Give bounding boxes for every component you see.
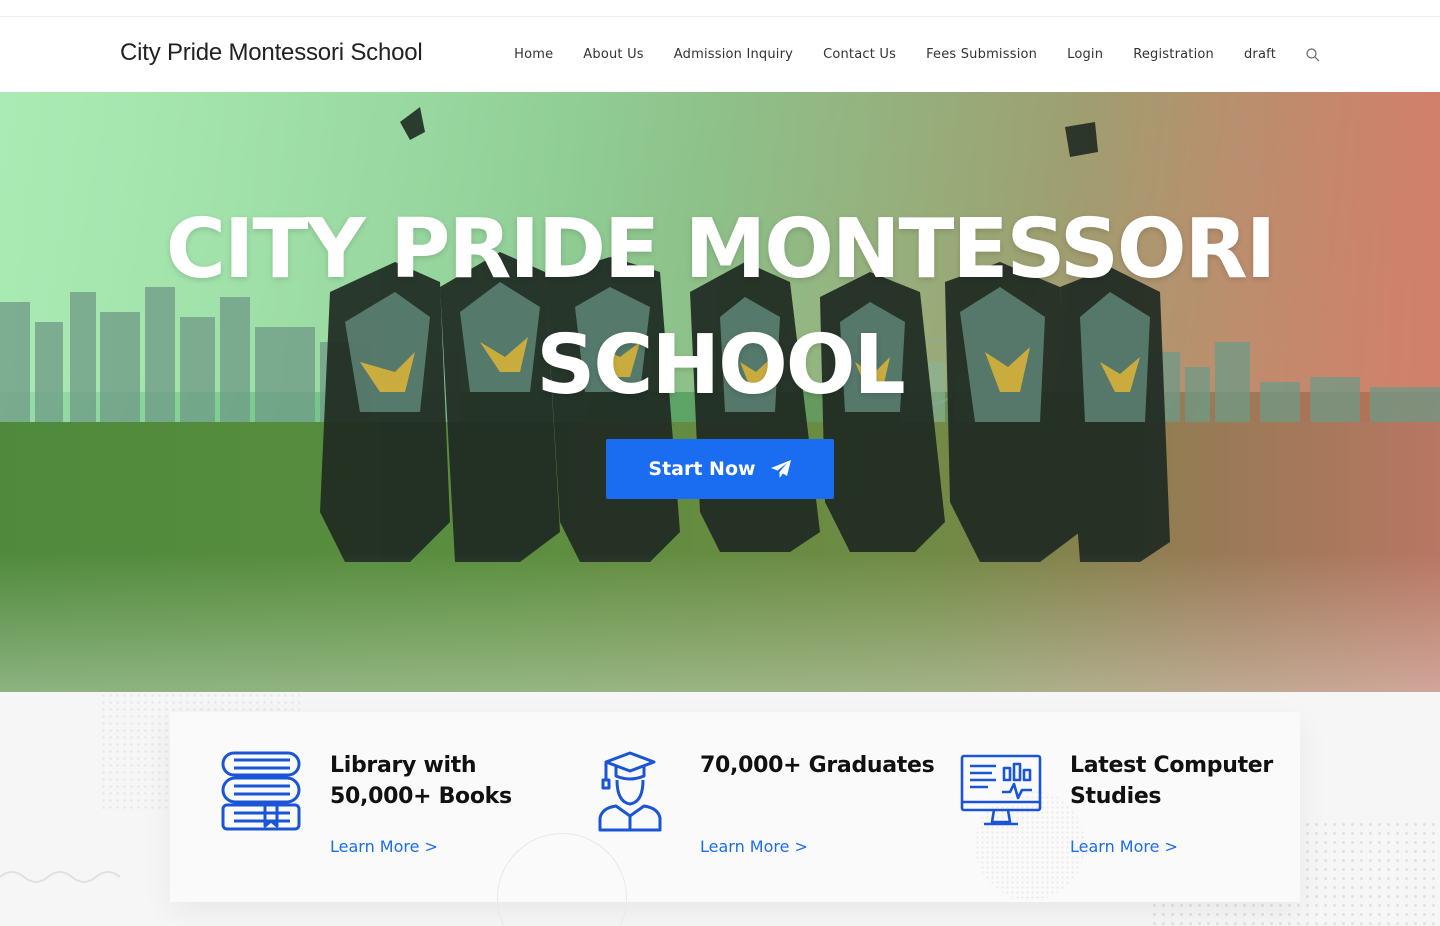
main-nav: Home About Us Admission Inquiry Contact … (484, 17, 1320, 92)
top-strip (0, 0, 1440, 17)
nav-about-us[interactable]: About Us (583, 47, 643, 62)
computer-monitor-icon (960, 754, 1042, 826)
start-now-button[interactable]: Start Now (606, 439, 834, 499)
hero-title-line1: CITY PRIDE MONTESSORI (165, 202, 1277, 297)
nav-contact-us[interactable]: Contact Us (823, 47, 896, 62)
site-header: City Pride Montessori School Home About … (0, 17, 1440, 92)
learn-more-link[interactable]: Learn More > (330, 837, 438, 856)
site-title[interactable]: City Pride Montessori School (120, 39, 423, 67)
feature-title: 70,000+ Graduates (700, 753, 935, 778)
learn-more-link[interactable]: Learn More > (1070, 837, 1178, 856)
nav-registration[interactable]: Registration (1133, 47, 1214, 62)
hero-title-line2: SCHOOL (536, 318, 906, 413)
feature-title: Library with 50,000+ Books (330, 753, 512, 809)
hero-banner: CITY PRIDE MONTESSORI SCHOOL Start Now (0, 92, 1440, 692)
feature-title: Latest Computer Studies (1070, 753, 1273, 809)
nav-fees-submission[interactable]: Fees Submission (926, 47, 1037, 62)
nav-admission-inquiry[interactable]: Admission Inquiry (674, 47, 793, 62)
start-now-label: Start Now (648, 458, 756, 480)
books-icon (221, 751, 301, 831)
wave-decoration (0, 871, 121, 883)
hero-title: CITY PRIDE MONTESSORI SCHOOL (0, 192, 1440, 424)
nav-login[interactable]: Login (1067, 47, 1103, 62)
nav-draft[interactable]: draft (1244, 47, 1276, 62)
nav-home[interactable]: Home (514, 47, 553, 62)
search-icon[interactable] (1306, 47, 1320, 62)
graduate-icon (598, 751, 662, 832)
paper-plane-icon (770, 460, 791, 478)
hero-bottom-fade (0, 552, 1440, 692)
learn-more-link[interactable]: Learn More > (700, 837, 808, 856)
